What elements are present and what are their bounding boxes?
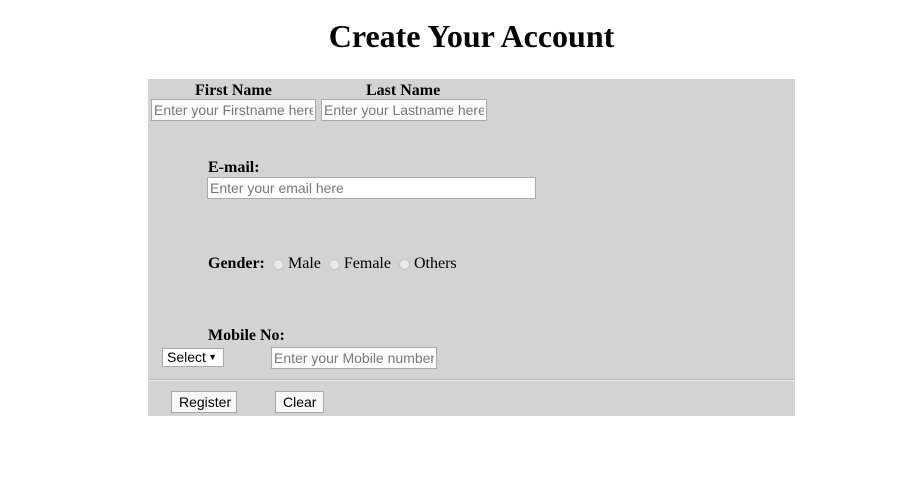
email-input[interactable] xyxy=(207,177,536,199)
country-code-select[interactable]: Select ▼ xyxy=(162,348,224,367)
page-title: Create Your Account xyxy=(328,18,615,54)
gender-female-radio[interactable] xyxy=(328,258,340,270)
gender-male-label: Male xyxy=(288,255,321,272)
mobile-input[interactable] xyxy=(271,347,437,369)
gender-others-label: Others xyxy=(413,255,457,272)
gender-female-label: Female xyxy=(343,255,391,272)
register-button[interactable]: Register xyxy=(171,391,237,413)
gender-others-radio[interactable] xyxy=(398,258,410,270)
clear-button[interactable]: Clear xyxy=(275,391,324,413)
email-label: E-mail: xyxy=(208,159,260,176)
last-name-label: Last Name xyxy=(366,82,441,99)
first-name-label: First Name xyxy=(195,82,272,99)
mobile-label: Mobile No: xyxy=(208,327,285,344)
gender-label: Gender: xyxy=(208,255,265,272)
account-form: First Name Last Name E-mail: Gender: Mal… xyxy=(148,79,795,416)
country-code-select-value: Select xyxy=(167,349,206,365)
form-divider xyxy=(148,379,795,381)
gender-male-radio[interactable] xyxy=(273,258,284,270)
first-name-input[interactable] xyxy=(151,99,316,121)
triangle-down-icon: ▼ xyxy=(208,352,217,362)
last-name-input[interactable] xyxy=(321,99,487,121)
gender-radio-group: Male Female Others xyxy=(273,255,465,273)
